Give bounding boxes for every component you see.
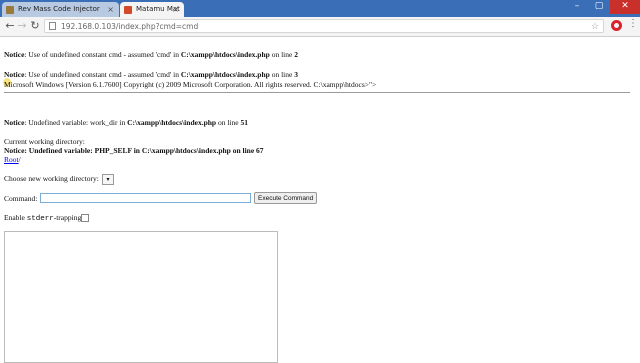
window-controls: – ▢ ✕ [566, 0, 640, 14]
notice-text: : Use of undefined constant cmd - assume… [24, 70, 181, 79]
stderr-trapping-checkbox[interactable] [81, 214, 89, 222]
choose-dir-label: Choose new working directory: [4, 174, 99, 183]
tab-matamu-mat[interactable]: Matamu Mat × [120, 2, 184, 17]
working-directory-select[interactable]: ▾ [102, 174, 114, 185]
stderr-option: Enable stderr-trapping? [4, 213, 85, 223]
browser-toolbar: ← → ↻ 192.168.0.103/index.php?cmd=cmd ☆ … [0, 17, 640, 37]
root-slash: / [18, 155, 21, 164]
notice-line-2: Notice: Use of undefined constant cmd - … [4, 50, 298, 59]
address-bar[interactable]: 192.168.0.103/index.php?cmd=cmd ☆ [44, 19, 604, 33]
notice-text: on line [216, 118, 241, 127]
forward-icon[interactable]: → [15, 19, 29, 33]
stderr-text: stderr [26, 215, 54, 223]
page-icon [49, 22, 56, 30]
favicon-icon [6, 6, 14, 14]
notice-file: C:\xampp\htdocs\index.php [180, 70, 270, 79]
tab-rev-mass-code-injector[interactable]: Rev Mass Code Injector × [2, 2, 119, 17]
notice-text: on line [269, 50, 295, 59]
url-text: 192.168.0.103/index.php?cmd=cmd [61, 22, 199, 31]
root-link[interactable]: Root [4, 155, 19, 164]
command-label: Command: [4, 194, 38, 203]
favicon-icon [124, 6, 132, 14]
notice-label: Notice [4, 118, 25, 127]
notice-text: : Undefined variable: work_dir in [24, 118, 128, 127]
maximize-icon[interactable]: ▢ [588, 0, 610, 14]
close-window-icon[interactable]: ✕ [610, 0, 640, 14]
notice-line-3: Notice: Use of undefined constant cmd - … [4, 70, 298, 79]
page-content: Notice: Use of undefined constant cmd - … [0, 37, 640, 363]
notice-line-51: Notice: Undefined variable: work_dir in … [4, 118, 248, 127]
menu-icon[interactable]: ⋮ [628, 18, 638, 29]
notice-line-number: 3 [294, 70, 298, 79]
current-dir-label: Current working directory: [4, 137, 85, 146]
root-path: Root/ [4, 155, 21, 164]
divider [4, 92, 630, 93]
notice-line-number: 51 [240, 118, 248, 127]
close-tab-icon[interactable]: × [107, 2, 114, 17]
tab-title: Rev Mass Code Injector [18, 5, 100, 13]
execute-command-button[interactable]: Execute Command [254, 192, 318, 204]
notice-file: C:\xampp\htdocs\index.php [180, 50, 270, 59]
bookmark-star-icon[interactable]: ☆ [591, 20, 599, 33]
notice-line-67: Notice: Undefined variable: PHP_SELF in … [4, 146, 264, 155]
notice-text: : Use of undefined constant cmd - assume… [24, 50, 181, 59]
notice-line-number: 2 [294, 50, 298, 59]
command-input[interactable] [40, 193, 251, 203]
reload-icon[interactable]: ↻ [28, 19, 42, 33]
notice-text: on line [269, 70, 295, 79]
close-tab-icon[interactable]: × [172, 2, 179, 17]
trapping-text: -trapping? [53, 213, 85, 222]
opera-icon[interactable] [611, 20, 622, 31]
enable-text: Enable [4, 213, 27, 222]
windows-banner: Microsoft Windows [Version 6.1.7600] Cop… [4, 80, 377, 89]
tab-strip: Rev Mass Code Injector × Matamu Mat × – … [0, 0, 640, 17]
minimize-icon[interactable]: – [566, 0, 588, 14]
notice-file: C:\xampp\htdocs\index.php [127, 118, 217, 127]
output-textarea[interactable] [4, 231, 278, 363]
notice-label: Notice [4, 50, 25, 59]
notice-php-self: Notice: Undefined variable: PHP_SELF in … [4, 146, 264, 155]
